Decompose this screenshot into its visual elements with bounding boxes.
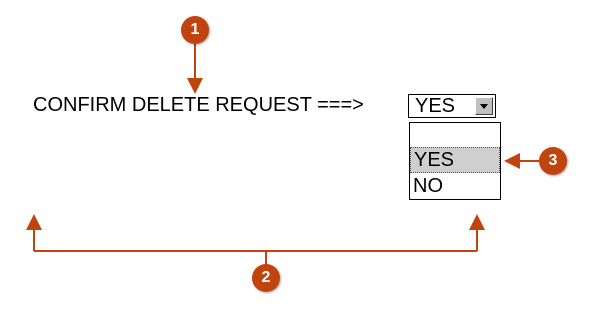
confirm-delete-label: CONFIRM DELETE REQUEST ===>	[33, 94, 364, 116]
dropdown-option-no[interactable]: NO	[410, 173, 500, 199]
dropdown-option-yes[interactable]: YES	[410, 147, 500, 173]
dropdown-option-blank[interactable]	[410, 123, 500, 149]
chevron-down-icon[interactable]	[475, 97, 493, 115]
callout-3: 3	[539, 147, 567, 175]
bracket-2	[26, 214, 485, 265]
callout-2: 2	[252, 264, 280, 292]
callout-1: 1	[181, 16, 209, 44]
confirm-select[interactable]: YES	[408, 94, 496, 118]
confirm-select-value: YES	[415, 95, 456, 117]
confirm-dropdown-list: YES NO	[409, 122, 501, 200]
